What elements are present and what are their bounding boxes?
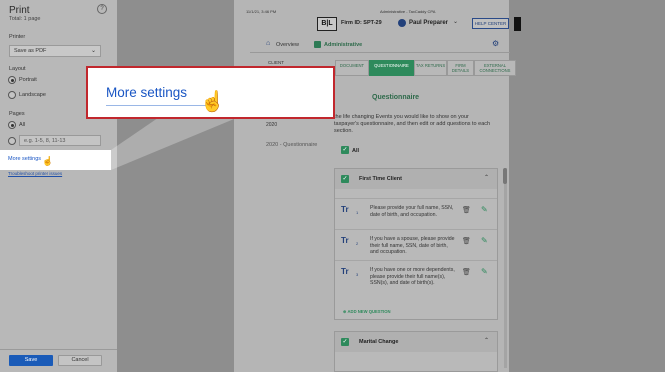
printer-select[interactable]: Save as PDF ⌄ xyxy=(9,45,101,57)
user-avatar-icon xyxy=(398,19,406,27)
tab-tax-returns: TAX RETURNS xyxy=(414,60,447,76)
text-type-icon: Tr xyxy=(341,267,349,276)
help-icon[interactable]: ? xyxy=(97,4,107,14)
pages-label: Pages xyxy=(9,111,25,117)
question-row: Tr 3 If you have one or more dependents,… xyxy=(335,260,497,290)
brand-logo: B|L xyxy=(317,17,337,31)
trash-icon: 🗑 xyxy=(462,207,471,214)
year-item: 2020 xyxy=(266,122,278,128)
nav-overview: Overview xyxy=(276,42,299,48)
firm-id: Firm ID: SPT-29 xyxy=(341,20,382,26)
edge-block xyxy=(514,17,521,31)
year-questionnaire-item: 2020 - Questionnaire xyxy=(266,142,318,148)
text-type-icon: Tr xyxy=(341,205,349,214)
chevron-up-icon: ⌃ xyxy=(483,338,489,344)
group-name: Marital Change xyxy=(359,339,399,345)
question-text: If you have one or more dependents, plea… xyxy=(370,267,455,286)
question-number: 2 xyxy=(356,241,359,246)
page-header-date: 11/1/21, 3:46 PM xyxy=(246,9,277,14)
pencil-icon: ✎ xyxy=(481,236,488,245)
preview-scrollbar-thumb xyxy=(503,168,507,184)
question-text: If you have a spouse, please provide the… xyxy=(370,236,455,255)
divider xyxy=(0,349,117,350)
chevron-down-icon: ⌄ xyxy=(90,48,96,54)
gear-icon: ⚙ xyxy=(492,39,500,48)
page-header-title: Administrative - TaxCaddy CPA xyxy=(380,9,436,14)
client-label: CLIENT xyxy=(268,60,285,65)
portrait-radio[interactable] xyxy=(8,76,16,84)
add-question-link: ⊕ ADD NEW QUESTION xyxy=(343,309,391,314)
all-label: All xyxy=(352,148,360,154)
more-settings-row[interactable]: More settings xyxy=(0,150,111,170)
trash-icon: 🗑 xyxy=(462,269,471,276)
portrait-label: Portrait xyxy=(19,77,37,83)
question-row: Tr 2 If you have a spouse, please provid… xyxy=(335,229,497,259)
preview-scrollbar-track xyxy=(504,168,507,368)
landscape-label: Landscape xyxy=(19,92,46,98)
all-checkbox: ✓ xyxy=(341,146,349,154)
group-header: ✓ First Time Client ⌃ xyxy=(335,169,497,189)
hand-cursor-icon: ☝ xyxy=(42,156,54,166)
nav-administrative: Administrative xyxy=(324,42,363,48)
section-title: Questionnaire xyxy=(372,94,420,101)
troubleshoot-link[interactable]: Troubleshoot printer issues xyxy=(8,171,62,176)
group-checkbox: ✓ xyxy=(341,175,349,183)
callout-underline xyxy=(106,105,206,106)
user-name: Paul Preparer xyxy=(409,20,449,26)
chevron-up-icon: ⌃ xyxy=(483,175,489,181)
pencil-icon: ✎ xyxy=(481,205,488,214)
pages-all-label: All xyxy=(19,122,26,128)
trash-icon: 🗑 xyxy=(462,238,471,245)
intro-text: the life changing Events you would like … xyxy=(334,114,491,134)
group-first-time-client: ✓ First Time Client ⌃ Tr 1 Please provid… xyxy=(334,168,498,320)
printer-label: Printer xyxy=(9,34,26,40)
tab-document: DOCUMENT xyxy=(335,60,369,76)
tab-firm-details: FIRM DETAILS xyxy=(447,60,474,76)
tab-external-connections: EXTERNAL CONNECTIONS xyxy=(474,60,516,76)
add-question-label: ADD NEW QUESTION xyxy=(347,309,391,314)
chevron-down-icon: ⌄ xyxy=(453,19,459,25)
question-text: Please provide your full name, SSN, date… xyxy=(370,205,454,218)
tab-questionnaire: QUESTIONNAIRE xyxy=(369,60,414,76)
print-title: Print xyxy=(9,5,30,16)
admin-icon xyxy=(314,41,321,48)
text-type-icon: Tr xyxy=(341,236,349,245)
question-row: Tr 1 Please provide your full name, SSN,… xyxy=(335,198,497,228)
group-marital-change: ✓ Marital Change ⌃ xyxy=(334,331,498,372)
nav-divider xyxy=(250,52,510,53)
group-name: First Time Client xyxy=(359,176,402,182)
zoom-callout: More settings ☝ xyxy=(86,66,335,119)
more-settings-link[interactable]: More settings xyxy=(8,156,41,162)
page-total: Total: 1 page xyxy=(9,16,41,22)
hand-cursor-icon: ☝ xyxy=(200,91,225,113)
help-center-button: HELP CENTER xyxy=(472,18,509,29)
callout-more-settings: More settings xyxy=(106,85,188,100)
question-number: 1 xyxy=(356,210,359,215)
pencil-icon: ✎ xyxy=(481,267,488,276)
save-button[interactable]: Save xyxy=(9,355,53,366)
printer-value: Save as PDF xyxy=(14,48,47,54)
pages-all-radio[interactable] xyxy=(8,121,16,129)
print-settings-panel: Print Total: 1 page ? Printer Save as PD… xyxy=(0,0,117,372)
group-checkbox: ✓ xyxy=(341,338,349,346)
home-icon: ⌂ xyxy=(266,40,271,47)
pages-range-input[interactable]: e.g. 1-5, 8, 11-13 xyxy=(19,135,101,146)
group-header: ✓ Marital Change ⌃ xyxy=(335,332,497,352)
layout-label: Layout xyxy=(9,66,26,72)
question-number: 3 xyxy=(356,272,359,277)
landscape-radio[interactable] xyxy=(8,91,16,99)
pages-custom-radio[interactable] xyxy=(8,137,16,145)
cancel-button[interactable]: Cancel xyxy=(58,355,102,366)
